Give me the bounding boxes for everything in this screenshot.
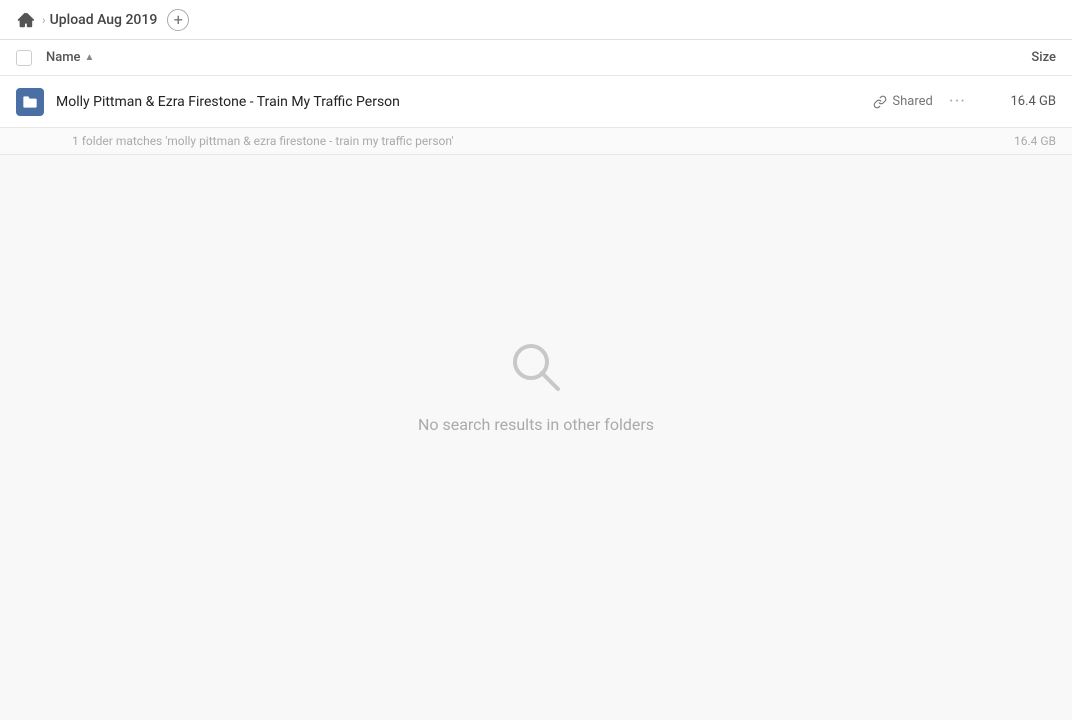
add-button[interactable]: + (167, 9, 189, 31)
match-text: 1 folder matches 'molly pittman & ezra f… (72, 134, 986, 148)
empty-text: No search results in other folders (418, 415, 654, 434)
breadcrumb-separator: › (42, 13, 46, 27)
file-icon-wrap (16, 88, 46, 116)
folder-icon (16, 88, 44, 116)
sort-arrow-icon: ▲ (85, 52, 95, 63)
more-options-button[interactable]: ··· (949, 91, 966, 112)
size-column-header: Size (976, 50, 1056, 65)
shared-link-icon (873, 95, 887, 109)
match-info-row: 1 folder matches 'molly pittman & ezra f… (0, 128, 1072, 155)
shared-label: Shared (892, 94, 932, 109)
home-button[interactable] (12, 7, 38, 33)
file-name: Molly Pittman & Ezra Firestone - Train M… (46, 94, 873, 110)
column-headers: Name ▲ Size (0, 40, 1072, 76)
file-size: 16.4 GB (986, 94, 1056, 109)
name-label: Name (46, 50, 81, 65)
shared-indicator: Shared (873, 94, 932, 109)
select-all-checkbox[interactable] (16, 50, 32, 66)
name-column-header[interactable]: Name ▲ (46, 50, 976, 65)
empty-search-icon (504, 335, 568, 399)
breadcrumb-bar: › Upload Aug 2019 + (0, 0, 1072, 40)
file-row[interactable]: Molly Pittman & Ezra Firestone - Train M… (0, 76, 1072, 128)
home-icon (16, 11, 34, 29)
match-size: 16.4 GB (986, 134, 1056, 148)
link-folder-svg (22, 94, 38, 110)
empty-state: No search results in other folders (0, 155, 1072, 434)
select-all-checkbox-wrap[interactable] (16, 50, 46, 66)
breadcrumb-current: Upload Aug 2019 (50, 12, 158, 28)
